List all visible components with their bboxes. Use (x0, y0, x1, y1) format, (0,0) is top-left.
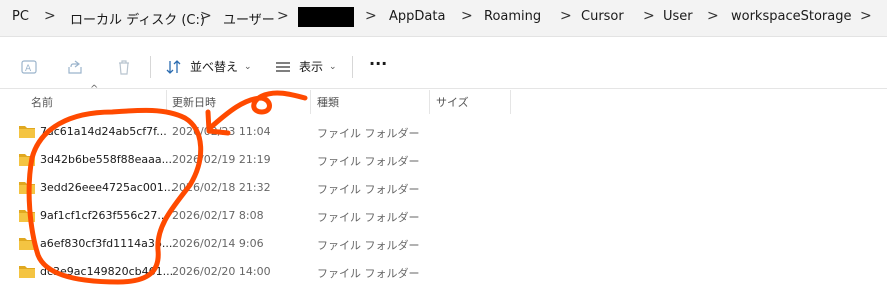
toolbar-divider (150, 56, 151, 78)
rename-icon[interactable]: A (20, 58, 38, 80)
view-label: 表示 (299, 60, 324, 74)
toolbar-divider (352, 56, 353, 78)
table-row[interactable]: 3d42b6be558f88eaaa... 2026/02/19 21:19 フ… (0, 146, 887, 174)
delete-icon[interactable] (115, 58, 133, 80)
view-button[interactable]: 表示 ⌄ (275, 58, 337, 75)
breadcrumb-users[interactable]: ユーザー (223, 9, 275, 28)
column-resize-handle[interactable] (166, 90, 167, 114)
chevron-down-icon: ⌄ (329, 61, 337, 72)
file-modified: 2026/02/18 21:32 (172, 181, 271, 194)
folder-icon (19, 154, 35, 166)
file-name: 3d42b6be558f88eaaa... (40, 153, 173, 166)
folder-icon (19, 182, 35, 194)
chevron-right-icon[interactable]: > (643, 8, 655, 24)
chevron-right-icon[interactable]: > (461, 8, 473, 24)
chevron-right-icon[interactable]: > (707, 8, 719, 24)
folder-icon (19, 238, 35, 250)
breadcrumb-cursor[interactable]: Cursor (581, 9, 624, 24)
share-icon[interactable] (66, 58, 84, 80)
breadcrumb-user[interactable]: User (663, 9, 693, 24)
column-modified[interactable]: 更新日時 (172, 94, 216, 110)
file-type: ファイル フォルダー (317, 267, 420, 280)
file-type: ファイル フォルダー (317, 239, 420, 252)
file-modified: 2026/02/23 11:04 (172, 125, 271, 138)
table-row[interactable]: 3edd26eee4725ac001... 2026/02/18 21:32 フ… (0, 174, 887, 202)
breadcrumb-local-disk[interactable]: ローカル ディスク (C:) (70, 9, 205, 28)
sort-icon (166, 59, 181, 74)
chevron-right-icon[interactable]: > (860, 8, 872, 24)
column-size[interactable]: サイズ (436, 94, 469, 110)
breadcrumb-appdata[interactable]: AppData (389, 9, 445, 24)
sort-up-icon: ^ (90, 84, 99, 95)
file-type: ファイル フォルダー (317, 183, 420, 196)
file-modified: 2026/02/19 21:19 (172, 153, 271, 166)
folder-icon (19, 210, 35, 222)
svg-text:A: A (25, 64, 32, 74)
column-type[interactable]: 種類 (317, 94, 339, 110)
file-type: ファイル フォルダー (317, 127, 420, 140)
view-icon (276, 61, 290, 72)
table-row[interactable]: 9af1cf1cf263f556c27... 2026/02/17 8:08 フ… (0, 202, 887, 230)
folder-icon (19, 266, 35, 278)
chevron-down-icon: ⌄ (244, 61, 252, 72)
more-options-button[interactable]: ··· (369, 54, 387, 73)
table-row[interactable]: dc3e9ac149820cb461... 2026/02/20 14:00 フ… (0, 258, 887, 286)
file-name: 9af1cf1cf263f556c27... (40, 209, 168, 222)
address-bar[interactable]: PC > ローカル ディスク (C:) > ユーザー > > AppData >… (0, 0, 887, 37)
file-modified: 2026/02/17 8:08 (172, 209, 264, 222)
breadcrumb-roaming[interactable]: Roaming (484, 9, 541, 24)
column-resize-handle[interactable] (510, 90, 511, 114)
column-resize-handle[interactable] (310, 90, 311, 114)
file-name: a6ef830cf3fd1114a36... (40, 237, 173, 250)
file-name: 3edd26eee4725ac001... (40, 181, 175, 194)
sort-button[interactable]: 並べ替え ⌄ (166, 58, 252, 75)
file-modified: 2026/02/14 9:06 (172, 237, 264, 250)
chevron-right-icon[interactable]: > (560, 8, 572, 24)
table-row[interactable]: a6ef830cf3fd1114a36... 2026/02/14 9:06 フ… (0, 230, 887, 258)
file-type: ファイル フォルダー (317, 155, 420, 168)
breadcrumb-workspacestorage[interactable]: workspaceStorage (731, 9, 851, 24)
chevron-right-icon[interactable]: > (277, 8, 289, 24)
table-row[interactable]: 7ac61a14d24ab5cf7f... 2026/02/23 11:04 フ… (0, 118, 887, 146)
breadcrumb-pc[interactable]: PC (12, 9, 29, 24)
file-modified: 2026/02/20 14:00 (172, 265, 271, 278)
column-resize-handle[interactable] (429, 90, 430, 114)
folder-icon (19, 126, 35, 138)
redacted-username (298, 7, 354, 27)
chevron-right-icon[interactable]: > (44, 8, 56, 24)
column-name[interactable]: 名前 (31, 94, 53, 110)
sort-label: 並べ替え (190, 60, 239, 74)
command-bar: A 並べ替え ⌄ 表示 ⌄ ··· (0, 44, 887, 89)
file-type: ファイル フォルダー (317, 211, 420, 224)
file-name: 7ac61a14d24ab5cf7f... (40, 125, 167, 138)
column-header-row: ^ 名前 更新日時 種類 サイズ (0, 84, 887, 114)
chevron-right-icon[interactable]: > (200, 8, 212, 24)
chevron-right-icon[interactable]: > (365, 8, 377, 24)
file-name: dc3e9ac149820cb461... (40, 265, 174, 278)
